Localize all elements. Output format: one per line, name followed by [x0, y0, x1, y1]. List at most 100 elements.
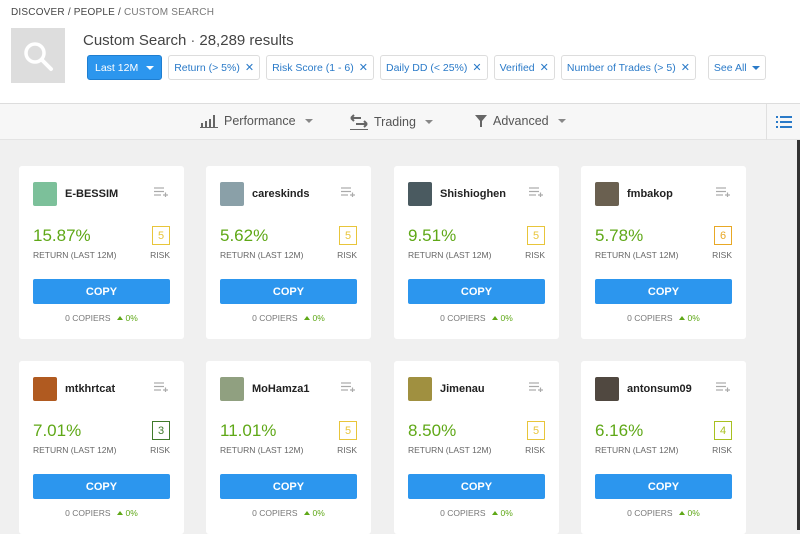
period-dropdown[interactable]: Last 12M — [87, 55, 163, 80]
copiers-info: 0 COPIERS 0% — [252, 313, 325, 323]
filter-chip[interactable]: Verified ✕ — [493, 55, 555, 80]
risk-score: 6 — [714, 226, 732, 245]
list-view-button[interactable] — [766, 104, 800, 140]
copy-button[interactable]: COPY — [408, 474, 545, 499]
trader-card[interactable]: E-BESSIM 15.87% RETURN (LAST 12M) 5 RISK… — [19, 166, 184, 339]
see-all-button[interactable]: See All — [707, 55, 766, 80]
risk-label: RISK — [525, 250, 545, 260]
breadcrumb-current: CUSTOM SEARCH — [123, 7, 215, 18]
add-to-watchlist-icon[interactable] — [341, 379, 355, 397]
return-value: 5.78% — [595, 226, 644, 245]
risk-label: RISK — [150, 250, 170, 260]
avatar[interactable] — [220, 182, 244, 206]
arrow-up-icon — [303, 316, 310, 320]
copy-button[interactable]: COPY — [220, 474, 357, 499]
add-to-watchlist-icon[interactable] — [154, 184, 168, 202]
trading-dropdown[interactable]: Trading — [350, 114, 433, 130]
avatar[interactable] — [408, 182, 432, 206]
copiers-info: 0 COPIERS 0% — [252, 508, 325, 518]
performance-dropdown[interactable]: Performance — [200, 114, 313, 128]
trader-card[interactable]: MoHamza1 11.01% RETURN (LAST 12M) 5 RISK… — [206, 361, 371, 534]
trader-name[interactable]: antonsum09 — [627, 383, 692, 395]
trader-card[interactable]: careskinds 5.62% RETURN (LAST 12M) 5 RIS… — [206, 166, 371, 339]
close-icon[interactable]: ✕ — [359, 61, 368, 74]
avatar[interactable] — [595, 182, 619, 206]
return-label: RETURN (LAST 12M) — [33, 445, 117, 455]
close-icon[interactable]: ✕ — [472, 61, 481, 74]
filter-chip[interactable]: Number of Trades (> 5) ✕ — [560, 55, 696, 80]
breadcrumb: DISCOVER / PEOPLE / CUSTOM SEARCH — [11, 7, 215, 18]
avatar[interactable] — [220, 377, 244, 401]
trader-card[interactable]: mtkhrtcat 7.01% RETURN (LAST 12M) 3 RISK… — [19, 361, 184, 534]
filter-chip[interactable]: Return (> 5%) ✕ — [168, 55, 261, 80]
page-title: Custom Search · 28,289 results — [83, 32, 294, 49]
trader-name[interactable]: mtkhrtcat — [65, 383, 115, 395]
copy-button[interactable]: COPY — [595, 474, 732, 499]
add-to-watchlist-icon[interactable] — [529, 184, 543, 202]
arrow-up-icon — [678, 316, 685, 320]
trader-name[interactable]: careskinds — [252, 188, 309, 200]
arrow-up-icon — [116, 316, 123, 320]
copy-button[interactable]: COPY — [408, 279, 545, 304]
trader-name[interactable]: Jimenau — [440, 383, 485, 395]
trader-card[interactable]: Jimenau 8.50% RETURN (LAST 12M) 5 RISK C… — [394, 361, 559, 534]
close-icon[interactable]: ✕ — [681, 61, 690, 74]
add-to-watchlist-icon[interactable] — [529, 379, 543, 397]
trader-name[interactable]: MoHamza1 — [252, 383, 309, 395]
avatar[interactable] — [408, 377, 432, 401]
avatar[interactable] — [33, 377, 57, 401]
risk-label: RISK — [712, 445, 732, 455]
copy-button[interactable]: COPY — [33, 279, 170, 304]
risk-label: RISK — [337, 250, 357, 260]
risk-score: 5 — [339, 421, 357, 440]
copiers-info: 0 COPIERS 0% — [65, 508, 138, 518]
risk-score: 5 — [339, 226, 357, 245]
results-count: 28,289 results — [199, 32, 294, 49]
add-to-watchlist-icon[interactable] — [154, 379, 168, 397]
copy-button[interactable]: COPY — [33, 474, 170, 499]
avatar[interactable] — [33, 182, 57, 206]
filter-chip[interactable]: Risk Score (1 - 6) ✕ — [266, 55, 374, 80]
avatar[interactable] — [595, 377, 619, 401]
close-icon[interactable]: ✕ — [245, 61, 254, 74]
add-to-watchlist-icon[interactable] — [716, 184, 730, 202]
chevron-down-icon — [146, 65, 155, 70]
breadcrumb-people[interactable]: PEOPLE — [74, 7, 115, 18]
header: DISCOVER / PEOPLE / CUSTOM SEARCH Custom… — [0, 0, 800, 104]
return-value: 9.51% — [408, 226, 457, 245]
copiers-info: 0 COPIERS 0% — [65, 313, 138, 323]
trader-card[interactable]: Shishioghen 9.51% RETURN (LAST 12M) 5 RI… — [394, 166, 559, 339]
trader-card[interactable]: antonsum09 6.16% RETURN (LAST 12M) 4 RIS… — [581, 361, 746, 534]
risk-score: 5 — [527, 226, 545, 245]
add-to-watchlist-icon[interactable] — [716, 379, 730, 397]
trader-name[interactable]: fmbakop — [627, 188, 673, 200]
risk-label: RISK — [150, 445, 170, 455]
filter-chip[interactable]: Daily DD (< 25%) ✕ — [379, 55, 488, 80]
list-icon — [775, 116, 792, 128]
trader-name[interactable]: E-BESSIM — [65, 188, 118, 200]
return-label: RETURN (LAST 12M) — [220, 445, 304, 455]
advanced-dropdown[interactable]: Advanced — [475, 114, 566, 128]
close-icon[interactable]: ✕ — [540, 61, 549, 74]
add-to-watchlist-icon[interactable] — [341, 184, 355, 202]
arrow-up-icon — [303, 511, 310, 515]
return-label: RETURN (LAST 12M) — [408, 445, 492, 455]
trader-card[interactable]: fmbakop 5.78% RETURN (LAST 12M) 6 RISK C… — [581, 166, 746, 339]
search-icon — [11, 28, 65, 83]
return-label: RETURN (LAST 12M) — [595, 445, 679, 455]
copy-button[interactable]: COPY — [220, 279, 357, 304]
risk-label: RISK — [337, 445, 357, 455]
copy-button[interactable]: COPY — [595, 279, 732, 304]
risk-label: RISK — [712, 250, 732, 260]
arrow-up-icon — [491, 511, 498, 515]
risk-score: 5 — [152, 226, 170, 245]
return-label: RETURN (LAST 12M) — [220, 250, 304, 260]
breadcrumb-discover[interactable]: DISCOVER — [11, 7, 65, 18]
return-label: RETURN (LAST 12M) — [595, 250, 679, 260]
return-value: 15.87% — [33, 226, 91, 245]
arrow-up-icon — [678, 511, 685, 515]
copiers-info: 0 COPIERS 0% — [627, 313, 700, 323]
trader-name[interactable]: Shishioghen — [440, 188, 506, 200]
filter-bar: Last 12M Return (> 5%) ✕ Risk Score (1 - … — [87, 55, 792, 80]
copiers-info: 0 COPIERS 0% — [627, 508, 700, 518]
